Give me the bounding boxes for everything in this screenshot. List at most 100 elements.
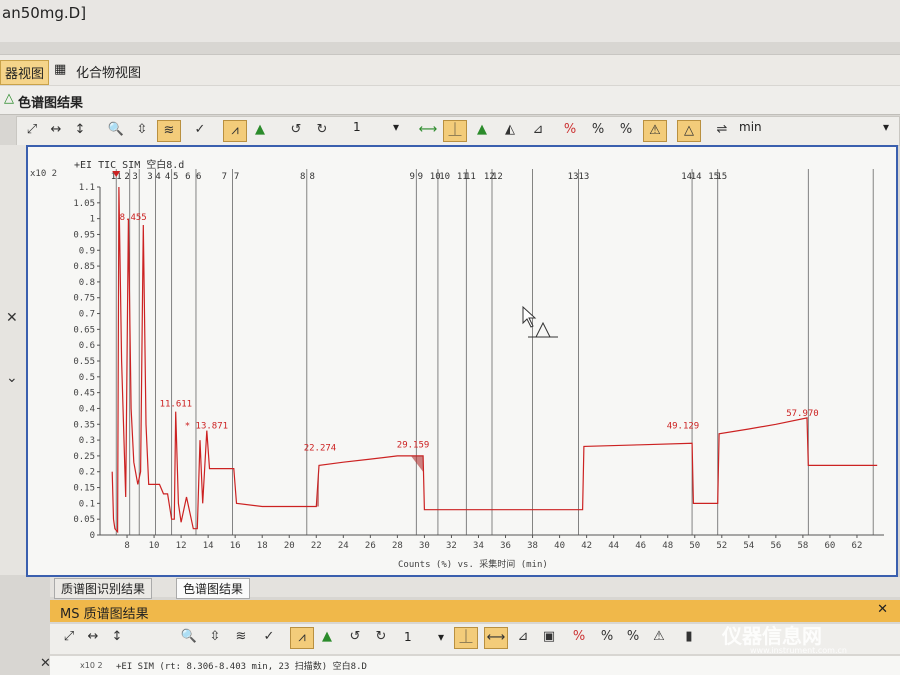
segment-label: 14 [691, 172, 702, 182]
peak-hide-icon[interactable]: ⚠ [643, 120, 667, 142]
integrate-icon[interactable]: ⩘ [290, 627, 314, 649]
ms-info-bar: x10 2 +EI SIM (rt: 8.306-8.403 min, 23 扫… [50, 656, 900, 675]
autoscale-y-icon[interactable]: ↕ [106, 627, 128, 647]
segment-label: 13 [568, 172, 579, 182]
x-tick-label: 42 [581, 541, 592, 551]
segment-label: 3 [132, 172, 137, 182]
y-tick-label: 0.1 [79, 499, 95, 509]
peak-label-icon[interactable]: ⏊ [443, 120, 467, 142]
window-titlebar: an50mg.D] [0, 0, 900, 42]
x-tick-label: 56 [770, 541, 781, 551]
x-tick-label: 48 [662, 541, 673, 551]
segment-label: 2 [124, 172, 129, 182]
y-tick-label: 0.5 [79, 373, 95, 383]
x-tick-label: 20 [284, 541, 295, 551]
y-tick-label: 0.25 [73, 452, 95, 462]
chromatogram-plot[interactable]: x10 2 +EI TIC SIM 空白8.d Counts (%) vs. 采… [26, 145, 898, 577]
y-tick-label: 0.3 [79, 436, 95, 446]
undo-icon[interactable]: ↺ [285, 120, 307, 140]
integrate-icon[interactable]: ⩘ [223, 120, 247, 142]
overlay-icon[interactable]: ≋ [230, 627, 252, 647]
x-tick-label: 8 [124, 541, 129, 551]
fit-y-icon[interactable]: ⇳ [131, 120, 153, 140]
chromatogram-panel-header: △ 色谱图结果 [0, 86, 900, 115]
percent-strike-icon[interactable]: % [568, 627, 590, 647]
y-tick-label: 0.7 [79, 310, 95, 320]
trace-number-select[interactable]: 1 [353, 120, 361, 134]
segment-label: 7 [222, 172, 227, 182]
dropdown-arrow-icon[interactable]: ▾ [393, 120, 399, 134]
pick-icon[interactable]: ✓ [258, 627, 280, 647]
fit-y-icon[interactable]: ⇳ [204, 627, 226, 647]
span-icon[interactable]: ⟷ [417, 120, 439, 140]
span-icon[interactable]: ⟷ [484, 627, 508, 649]
tab-compound-view[interactable]: 化合物视图 [72, 60, 145, 83]
autoscale-y-icon[interactable]: ↕ [69, 120, 91, 140]
x-tick-label: 16 [230, 541, 241, 551]
percent-scale-icon[interactable]: % [615, 120, 637, 140]
compound-view-icon: ▦ [54, 62, 67, 77]
y-tick-label: 1.1 [79, 183, 95, 193]
chevron-down-icon[interactable]: ⌄ [6, 370, 18, 386]
cursor-icon [522, 305, 558, 338]
peak-label: 57.970 [786, 409, 819, 419]
x-tick-label: 50 [689, 541, 700, 551]
tab-chromatogram[interactable]: 色谱图结果 [176, 578, 251, 599]
x-tick-label: 32 [446, 541, 457, 551]
ms-scan-info: +EI SIM (rt: 8.306-8.403 min, 23 扫描数) 空白… [116, 662, 367, 672]
bar-chart-icon[interactable]: ▮ [678, 627, 700, 647]
x-tick-label: 14 [203, 541, 214, 551]
overlay-icon[interactable]: ≋ [157, 120, 181, 142]
baseline-icon[interactable]: ⊿ [512, 627, 534, 647]
segment-label: 8 [310, 172, 315, 182]
y-tick-label: 0.8 [79, 278, 95, 288]
table-icon[interactable]: ▣ [538, 627, 560, 647]
x-tick-label: 54 [743, 541, 754, 551]
trace-number-select[interactable]: 1 [404, 630, 412, 644]
peak-area-icon[interactable]: ▲ [471, 120, 493, 140]
redo-icon[interactable]: ↻ [311, 120, 333, 140]
close-icon[interactable]: ✕ [877, 602, 888, 617]
percent-icon[interactable]: % [587, 120, 609, 140]
y-tick-label: 0.2 [79, 468, 95, 478]
autoscale-x-icon[interactable]: ↔ [45, 120, 67, 140]
zoom-icon[interactable]: 🔍 [105, 120, 127, 140]
segment-label: 15 [716, 172, 727, 182]
peak-hide-icon[interactable]: ⚠ [648, 627, 670, 647]
tab-ms-identification[interactable]: 质谱图识别结果 [54, 578, 153, 599]
autoscale-icon[interactable]: ⤢ [58, 627, 80, 647]
peak-fill-icon[interactable]: △ [677, 120, 701, 142]
peaks-icon[interactable]: ▲ [249, 120, 271, 140]
peak-cut-icon[interactable]: ◭ [499, 120, 521, 140]
peaks-icon[interactable]: ▲ [316, 627, 338, 647]
percent-icon[interactable]: % [596, 627, 618, 647]
units-icon[interactable]: ⇌ [711, 120, 733, 140]
chromatogram-icon: △ [4, 91, 14, 106]
percent-strike-icon[interactable]: % [559, 120, 581, 140]
toolbar-overflow-icon[interactable]: ▾ [883, 120, 889, 134]
x-tick-label: 58 [797, 541, 808, 551]
peak-labels: 8.455 11.611 * 13.871 22.274 29.159 49.129 57.… [120, 213, 819, 454]
dropdown-arrow-icon[interactable]: ▾ [438, 630, 444, 644]
autoscale-icon[interactable]: ⤢ [21, 120, 43, 140]
undo-icon[interactable]: ↺ [344, 627, 366, 647]
redo-icon[interactable]: ↻ [370, 627, 392, 647]
peak-label-icon[interactable]: ⏊ [454, 627, 478, 649]
close-icon[interactable]: ✕ [6, 310, 18, 326]
segment-label: 10 [439, 172, 450, 182]
baseline-icon[interactable]: ⊿ [527, 120, 549, 140]
peak-label: * 13.871 [185, 422, 228, 432]
chromatogram-svg[interactable]: x10 2 +EI TIC SIM 空白8.d Counts (%) vs. 采… [28, 147, 896, 575]
segment-label: 9 [418, 172, 423, 182]
peak-label: 22.274 [304, 444, 337, 454]
y-tick-label: 0.85 [73, 262, 95, 272]
zoom-icon[interactable]: 🔍 [178, 627, 200, 647]
autoscale-x-icon[interactable]: ↔ [82, 627, 104, 647]
x-tick-label: 22 [311, 541, 322, 551]
segment-label: 11 [465, 172, 476, 182]
segment-label: 3 [147, 172, 152, 182]
tab-spectrum-view[interactable]: 器视图 [0, 60, 50, 85]
time-unit-select[interactable]: min [739, 120, 762, 134]
pick-icon[interactable]: ✓ [189, 120, 211, 140]
percent-scale-icon[interactable]: % [622, 627, 644, 647]
